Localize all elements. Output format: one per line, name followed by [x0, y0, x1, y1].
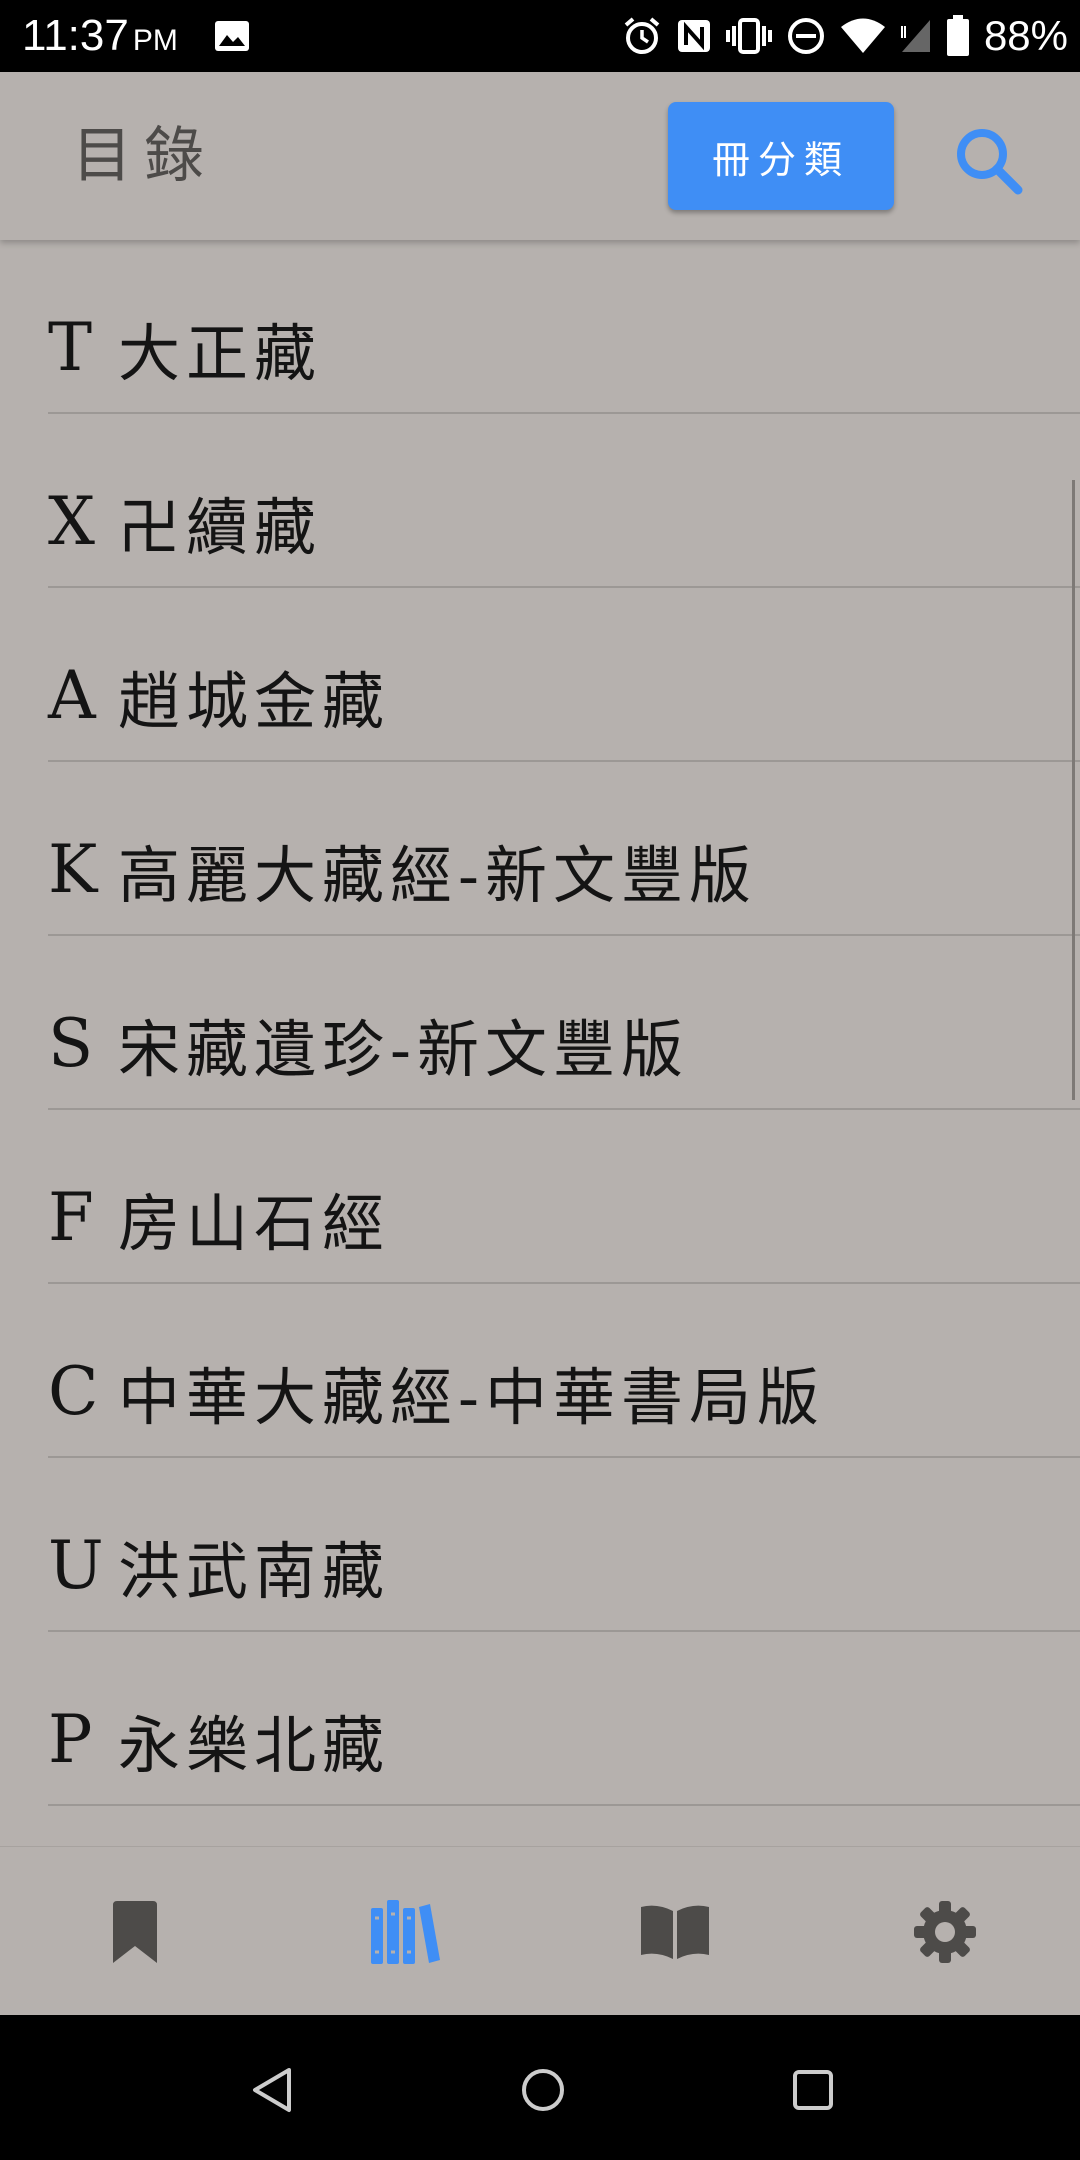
search-icon[interactable]	[952, 124, 1026, 198]
recents-button[interactable]	[768, 2045, 858, 2135]
battery-percentage: 88%	[983, 12, 1068, 59]
cell-signal-icon	[900, 20, 930, 52]
catalog-item-name: 宋藏遺珍-新文豐版	[118, 1013, 689, 1086]
catalog-item-name: 永樂北藏	[118, 1709, 391, 1782]
catalog-item-name: 高麗大藏經-新文豐版	[118, 839, 757, 912]
do-not-disturb-icon	[787, 18, 824, 54]
bottom-navigation	[0, 1846, 1080, 2016]
catalog-item-code: K	[48, 831, 98, 908]
status-icons: 88%	[622, 10, 1068, 62]
catalog-item-code: F	[48, 1179, 94, 1256]
catalog-item-name: 房山石經	[118, 1187, 391, 1260]
nav-reader-button[interactable]	[540, 1847, 810, 2016]
catalog-item[interactable]: U 洪武南藏	[48, 1458, 1080, 1632]
home-icon	[522, 2069, 564, 2111]
volume-classification-button[interactable]: 冊分類	[668, 102, 894, 210]
system-navigation-bar	[0, 2015, 1080, 2160]
open-book-icon	[641, 1905, 709, 1959]
nav-library-button[interactable]	[270, 1847, 540, 2016]
nav-settings-button[interactable]	[810, 1847, 1080, 2016]
catalog-item[interactable]: C 中華大藏經-中華書局版	[48, 1284, 1080, 1458]
app-bar: 目錄 冊分類	[0, 72, 1080, 240]
alarm-icon	[624, 17, 660, 54]
catalog-item[interactable]: S 宋藏遺珍-新文豐版	[48, 936, 1080, 1110]
app-screen: 目錄 冊分類 T 大正藏 X 卍續藏 A 趙城金藏 K 高麗大藏經-新文豐版 S…	[0, 72, 1080, 2016]
nfc-icon	[677, 20, 710, 52]
catalog-item-code: C	[48, 1353, 99, 1430]
catalog-list: T 大正藏 X 卍續藏 A 趙城金藏 K 高麗大藏經-新文豐版 S 宋藏遺珍-新…	[0, 240, 1080, 1916]
vibrate-icon	[725, 18, 772, 54]
wifi-icon	[840, 18, 885, 53]
status-time-value: 11:37	[22, 11, 129, 60]
image-notification-icon	[215, 21, 249, 51]
back-icon	[253, 2068, 291, 2112]
catalog-item[interactable]: P 永樂北藏	[48, 1632, 1080, 1806]
catalog-item[interactable]: K 高麗大藏經-新文豐版	[48, 762, 1080, 936]
page-title: 目錄	[72, 121, 216, 191]
catalog-item-code: U	[48, 1527, 104, 1604]
catalog-item[interactable]: X 卍續藏	[48, 414, 1080, 588]
catalog-item-name: 大正藏	[118, 317, 323, 390]
catalog-item-code: P	[48, 1701, 93, 1778]
status-bar: 11:37 PM 88%	[0, 0, 1080, 72]
settings-icon	[914, 1900, 976, 1963]
status-time: 11:37 PM	[22, 8, 178, 69]
recents-icon	[793, 2070, 833, 2110]
catalog-item-name: 洪武南藏	[118, 1535, 391, 1608]
catalog-item[interactable]: T 大正藏	[48, 240, 1080, 414]
bookmark-icon	[113, 1900, 157, 1963]
catalog-item-name: 趙城金藏	[118, 665, 391, 738]
home-button[interactable]	[498, 2045, 588, 2135]
catalog-item-name: 中華大藏經-中華書局版	[118, 1361, 825, 1434]
catalog-item-name: 卍續藏	[118, 491, 323, 564]
status-time-ampm: PM	[132, 24, 178, 57]
catalog-item-code: X	[48, 483, 95, 560]
scrollbar-thumb[interactable]	[1072, 480, 1075, 1100]
catalog-item-code: T	[48, 309, 93, 386]
catalog-item[interactable]: A 趙城金藏	[48, 588, 1080, 762]
catalog-item-code: A	[48, 657, 96, 734]
catalog-item[interactable]: F 房山石經	[48, 1110, 1080, 1284]
back-button[interactable]	[228, 2045, 318, 2135]
library-icon	[371, 1899, 440, 1964]
nav-bookmarks-button[interactable]	[0, 1847, 270, 2016]
catalog-item-code: S	[48, 1005, 94, 1082]
battery-icon	[946, 15, 969, 56]
